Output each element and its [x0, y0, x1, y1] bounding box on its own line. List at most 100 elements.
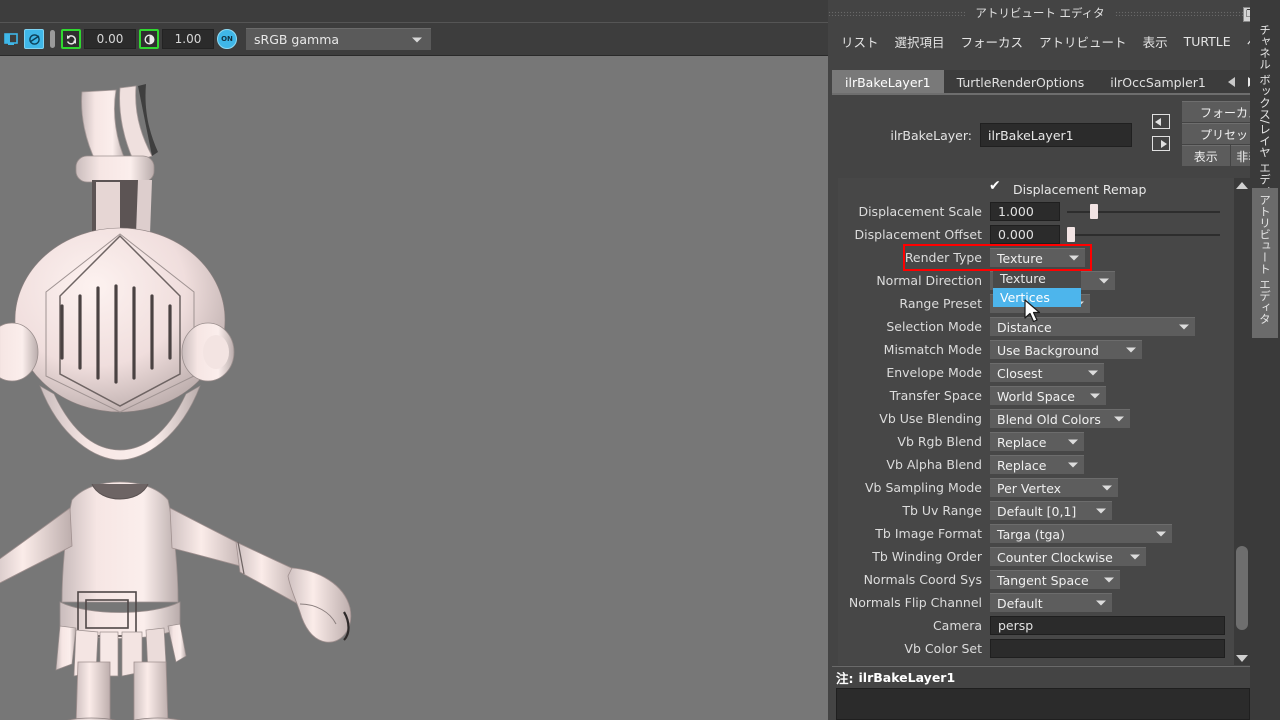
tab-ilroccsampler1[interactable]: ilrOccSampler1 — [1097, 70, 1219, 94]
refresh-icon[interactable] — [61, 29, 81, 49]
attr-row-normals-coord-sys: Normals Coord Sys Tangent Space — [838, 568, 1230, 591]
scroll-up-arrow-icon[interactable] — [1234, 178, 1250, 192]
combo-tb-winding-order-value: Counter Clockwise — [997, 549, 1113, 565]
attr-row-mismatch-mode: Mismatch Mode Use Background — [838, 338, 1230, 361]
field-displacement-scale[interactable]: 1.000 — [990, 202, 1060, 221]
combo-tb-image-format-value: Targa (tga) — [997, 526, 1065, 542]
snapshot-icon[interactable] — [24, 29, 44, 49]
chevron-down-icon — [1102, 485, 1112, 491]
combo-tb-uv-range-value: Default [0,1] — [997, 503, 1077, 519]
panel-icon[interactable] — [1, 29, 21, 49]
combo-mismatch-mode[interactable]: Use Background — [990, 340, 1142, 359]
tab-ilrbakelayer1[interactable]: ilrBakeLayer1 — [832, 70, 944, 94]
slider-displacement-offset[interactable] — [1067, 225, 1220, 244]
combo-vb-sampling-mode[interactable]: Per Vertex — [990, 478, 1118, 497]
chevron-down-icon — [1096, 508, 1106, 514]
field-camera[interactable]: persp — [990, 616, 1225, 635]
chevron-down-icon — [1069, 255, 1079, 261]
attr-row-tb-image-format: Tb Image Format Targa (tga) — [838, 522, 1230, 545]
slider-displacement-scale[interactable] — [1067, 202, 1220, 221]
menu-attribute[interactable]: アトリビュート — [1032, 30, 1134, 53]
note-text-area[interactable] — [836, 688, 1250, 720]
combo-envelope-mode[interactable]: Closest — [990, 363, 1104, 382]
exposure-icon[interactable] — [139, 29, 159, 49]
scroll-down-arrow-icon[interactable] — [1234, 651, 1250, 665]
attr-row-vb-rgb-blend: Vb Rgb Blend Replace — [838, 430, 1230, 453]
label-transfer-space: Transfer Space — [889, 388, 982, 403]
field-vb-color-set[interactable] — [990, 639, 1225, 658]
label-normal-direction: Normal Direction — [876, 273, 982, 288]
right-vertical-tab-strip: チャネル ボックス/レイヤ エディタ アトリビュート エディタ — [1250, 0, 1280, 720]
chevron-down-icon — [1068, 439, 1078, 445]
attr-row-vb-alpha-blend: Vb Alpha Blend Replace — [838, 453, 1230, 476]
attr-row-vb-color-set: Vb Color Set — [838, 637, 1230, 660]
attribute-list: Displacement Remap Displacement Scale 1.… — [838, 178, 1230, 660]
combo-normals-flip-channel-value: Default — [997, 595, 1043, 611]
attribute-editor-menubar: リスト 選択項目 フォーカス アトリビュート 表示 TURTLE ヘルプ — [828, 30, 1280, 53]
combo-vb-rgb-blend[interactable]: Replace — [990, 432, 1084, 451]
label-envelope-mode: Envelope Mode — [886, 365, 982, 380]
attribute-list-scrollbar[interactable] — [1234, 178, 1250, 665]
tab-turtlerenderoptions[interactable]: TurtleRenderOptions — [943, 70, 1098, 94]
displacement-remap-checkbox[interactable] — [989, 179, 1003, 196]
note-header-row: 注: ilrBakeLayer1 — [836, 669, 1250, 686]
menu-selection[interactable]: 選択項目 — [888, 30, 952, 53]
toolbar-drag-handle[interactable] — [50, 30, 55, 48]
note-label: 注: — [836, 670, 854, 686]
vtab-channel-box-layer-editor[interactable]: チャネル ボックス/レイヤ エディタ — [1252, 18, 1278, 208]
combo-tb-image-format[interactable]: Targa (tga) — [990, 524, 1172, 543]
combo-render-type-value: Texture — [997, 250, 1043, 266]
node-name-input[interactable]: ilrBakeLayer1 — [980, 123, 1132, 147]
exposure-value-field[interactable]: 0.00 — [84, 29, 136, 49]
combo-vb-use-blending[interactable]: Blend Old Colors — [990, 409, 1130, 428]
combo-selection-mode[interactable]: Distance — [990, 317, 1195, 336]
menu-turtle[interactable]: TURTLE — [1177, 32, 1238, 51]
attr-row-vb-use-blending: Vb Use Blending Blend Old Colors — [838, 407, 1230, 430]
note-divider — [832, 666, 1250, 667]
combo-envelope-mode-value: Closest — [997, 365, 1043, 381]
tab-prev-arrow-icon[interactable] — [1223, 72, 1241, 92]
input-connection-button[interactable] — [1152, 114, 1170, 129]
attr-row-displacement-scale: Displacement Scale 1.000 — [838, 200, 1230, 223]
attr-row-envelope-mode: Envelope Mode Closest — [838, 361, 1230, 384]
combo-render-type[interactable]: Texture — [990, 248, 1085, 267]
combo-vb-alpha-blend[interactable]: Replace — [990, 455, 1084, 474]
dropdown-option-texture[interactable]: Texture — [993, 269, 1081, 288]
menu-list[interactable]: リスト — [834, 30, 886, 53]
combo-transfer-space[interactable]: World Space — [990, 386, 1106, 405]
menu-display[interactable]: 表示 — [1136, 30, 1175, 53]
label-vb-rgb-blend: Vb Rgb Blend — [897, 434, 982, 449]
viewport-pane[interactable]: 0.00 1.00 ON sRGB gamma — [0, 0, 828, 720]
combo-normals-flip-channel[interactable]: Default — [990, 593, 1112, 612]
gamma-value-field[interactable]: 1.00 — [162, 29, 214, 49]
menu-focus[interactable]: フォーカス — [954, 30, 1031, 53]
combo-vb-alpha-blend-value: Replace — [997, 457, 1047, 473]
attr-row-render-type: Render Type Texture — [838, 246, 1230, 269]
gamma-on-icon[interactable]: ON — [217, 29, 237, 49]
scrollbar-thumb[interactable] — [1236, 546, 1248, 630]
note-node-name: ilrBakeLayer1 — [858, 669, 956, 685]
slider-thumb[interactable] — [1067, 227, 1075, 242]
label-tb-winding-order: Tb Winding Order — [872, 549, 982, 564]
attr-row-displacement-offset: Displacement Offset 0.000 — [838, 223, 1230, 246]
slider-thumb[interactable] — [1089, 204, 1098, 219]
panel-title: アトリビュート エディタ — [975, 6, 1105, 20]
show-button[interactable]: 表示 — [1182, 145, 1230, 166]
combo-normals-coord-sys[interactable]: Tangent Space — [990, 570, 1120, 589]
colorspace-dropdown[interactable]: sRGB gamma — [246, 28, 431, 50]
titlebar-dots-left — [828, 10, 966, 16]
chevron-down-icon — [1126, 347, 1136, 353]
output-connection-button[interactable] — [1152, 136, 1170, 151]
combo-tb-uv-range[interactable]: Default [0,1] — [990, 501, 1112, 520]
node-type-label: ilrBakeLayer: — [890, 127, 972, 143]
attr-row-camera: Camera persp — [838, 614, 1230, 637]
chevron-down-icon — [1104, 577, 1114, 583]
field-displacement-offset[interactable]: 0.000 — [990, 225, 1060, 244]
chevron-down-icon — [1179, 324, 1189, 330]
combo-tb-winding-order[interactable]: Counter Clockwise — [990, 547, 1146, 566]
vtab-attribute-editor[interactable]: アトリビュート エディタ — [1252, 188, 1278, 338]
label-tb-uv-range: Tb Uv Range — [902, 503, 982, 518]
label-camera: Camera — [932, 618, 982, 633]
attr-row-tb-winding-order: Tb Winding Order Counter Clockwise — [838, 545, 1230, 568]
chevron-down-icon — [1068, 462, 1078, 468]
